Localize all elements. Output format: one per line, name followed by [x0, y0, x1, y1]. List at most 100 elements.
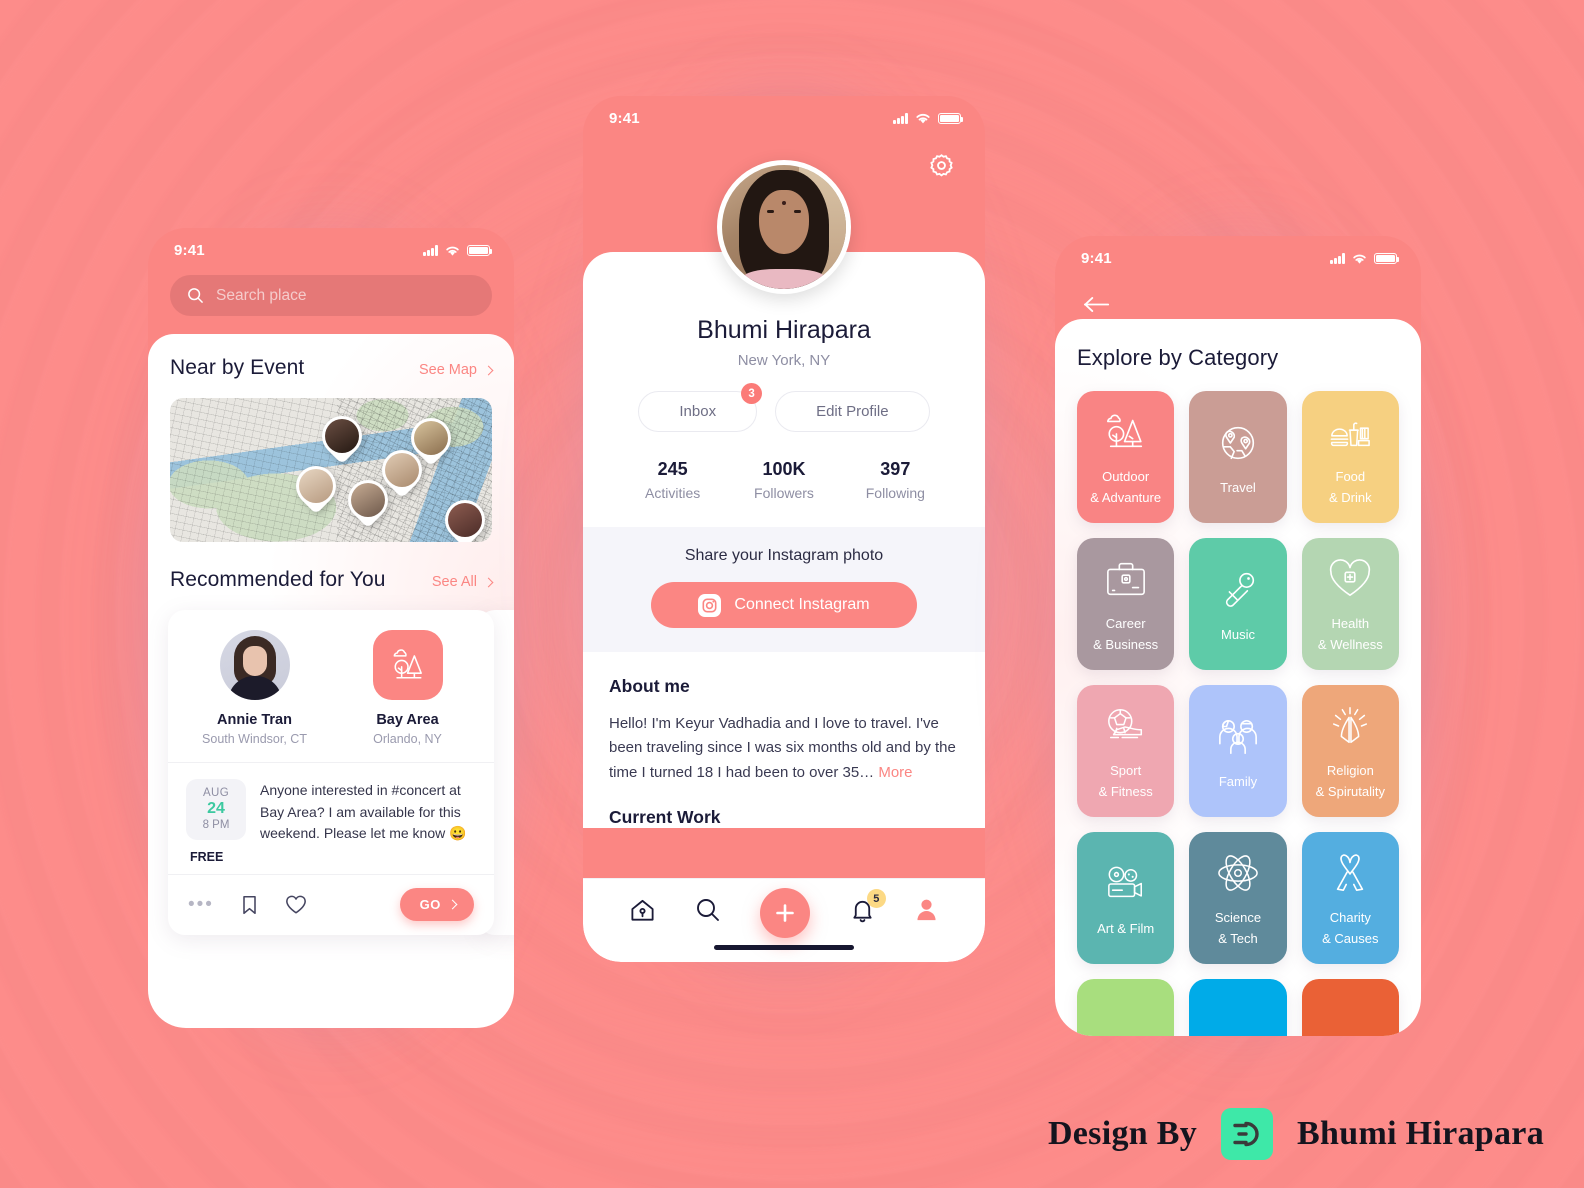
soccer-shoe-icon	[1103, 701, 1149, 751]
inbox-label: Inbox	[679, 403, 717, 420]
page-title: Explore by Category	[1077, 345, 1279, 370]
globe-pin-icon	[1216, 418, 1260, 468]
see-all-label: See All	[431, 574, 477, 590]
category-label2: & Advanture	[1090, 490, 1162, 505]
price-label: FREE	[190, 850, 224, 864]
heart-plus-icon	[1327, 554, 1373, 604]
card-place[interactable]: Bay Area Orlando, NY	[331, 630, 484, 746]
category-label: Career	[1105, 616, 1146, 632]
go-button[interactable]: GO	[399, 888, 474, 921]
category-label2: & Tech	[1218, 931, 1258, 946]
inbox-badge: 3	[741, 383, 763, 404]
wifi-icon	[446, 246, 459, 256]
signal-icon	[423, 245, 438, 256]
avatar[interactable]	[717, 160, 851, 294]
category-travel[interactable]: Travel	[1189, 391, 1287, 523]
date-day: 24	[207, 800, 225, 817]
bookmark-icon[interactable]	[240, 894, 259, 916]
category-career[interactable]: Career & Business	[1077, 538, 1175, 670]
stat-followers[interactable]: 100K Followers	[728, 459, 839, 501]
category-charity[interactable]: Charity & Causes	[1301, 832, 1399, 964]
place-location: Orlando, NY	[373, 732, 442, 746]
settings-button[interactable]	[928, 152, 955, 184]
instagram-band: Share your Instagram photo Connect Insta…	[583, 527, 985, 652]
category-label: Travel	[1220, 479, 1256, 495]
category-science[interactable]: Science & Tech	[1189, 832, 1287, 964]
gear-icon	[930, 154, 953, 177]
edit-profile-button[interactable]: Edit Profile	[775, 391, 930, 432]
go-label: GO	[419, 897, 441, 912]
category-label: Science	[1214, 910, 1262, 926]
category-label2: & Fitness	[1098, 784, 1153, 799]
atom-icon	[1215, 848, 1261, 898]
footer-credit: Design By Bhumi Hirapara	[1048, 1108, 1544, 1160]
family-icon	[1215, 712, 1261, 762]
phone-screen-discover: 9:41 Search place Near by Event See Map	[148, 228, 514, 1028]
see-all-link[interactable]: See All	[431, 574, 494, 590]
status-time: 9:41	[174, 242, 205, 259]
category-health[interactable]: Health & Wellness	[1301, 538, 1399, 670]
stat-following[interactable]: 397 Following	[840, 459, 951, 501]
instagram-icon	[698, 593, 722, 617]
praying-hands-icon	[1328, 701, 1372, 751]
category-sport[interactable]: Sport & Fitness	[1077, 685, 1175, 817]
nearby-map[interactable]	[170, 398, 492, 542]
home-indicator	[714, 945, 854, 950]
category-label: Family	[1218, 773, 1258, 789]
category-label: Outdoor	[1102, 469, 1150, 485]
category-label2: & Spirutality	[1315, 784, 1386, 799]
category-label: Music	[1221, 626, 1255, 642]
phone-screen-categories: 9:41 Explore by Category Outdoor & Advan…	[1055, 236, 1421, 1036]
search-icon	[697, 899, 720, 921]
search-placeholder: Search place	[216, 286, 307, 304]
instagram-prompt: Share your Instagram photo	[684, 547, 884, 564]
more-options-icon[interactable]: •••	[188, 895, 214, 913]
tab-home[interactable]	[629, 897, 656, 929]
stat-activities[interactable]: 245 Activities	[617, 459, 728, 501]
category-food[interactable]: Food & Drink	[1301, 391, 1399, 523]
see-map-link[interactable]: See Map	[419, 362, 494, 378]
tab-notifications[interactable]: 5	[850, 889, 886, 929]
search-input[interactable]: Search place	[170, 275, 492, 316]
category-family[interactable]: Family	[1189, 685, 1287, 817]
battery-icon	[938, 112, 964, 125]
category-label2: & Drink	[1329, 490, 1372, 505]
category-label: Sport	[1110, 763, 1142, 779]
date-time: 8 PM	[202, 819, 230, 831]
person-location: South Windsor, CT	[202, 732, 307, 746]
signal-icon	[893, 113, 908, 124]
chevron-right-icon	[483, 577, 494, 587]
tab-profile[interactable]	[914, 897, 939, 927]
profile-location: New York, NY	[737, 352, 831, 369]
event-date: AUG 24 8 PM	[186, 779, 246, 840]
category-partial-1[interactable]	[1077, 979, 1175, 1036]
inbox-button[interactable]: Inbox 3	[638, 383, 763, 432]
category-art-film[interactable]: Art & Film	[1077, 832, 1175, 964]
category-partial-3[interactable]	[1301, 979, 1399, 1036]
add-button[interactable]	[760, 888, 811, 938]
outdoor-tree-icon	[372, 630, 443, 700]
more-link[interactable]: More	[878, 764, 912, 781]
back-button[interactable]	[1055, 267, 1421, 319]
category-religion[interactable]: Religion & Spirutality	[1301, 685, 1399, 817]
person-name: Annie Tran	[217, 712, 292, 728]
bottom-tab-bar: 5	[583, 878, 985, 962]
category-outdoor[interactable]: Outdoor & Advanture	[1077, 391, 1175, 523]
tab-search[interactable]	[695, 897, 721, 928]
phone-screen-profile: 9:41 Bhumi Hirapara New York, NY Inbox 3…	[583, 96, 985, 962]
category-music[interactable]: Music	[1189, 538, 1287, 670]
recommended-card[interactable]: Annie Tran South Windsor, CT Bay Area Or…	[168, 610, 494, 935]
status-time: 9:41	[609, 110, 640, 127]
discover-sheet: Near by Event See Map Recommended for Yo…	[148, 334, 514, 1028]
category-partial-2[interactable]	[1189, 979, 1287, 1036]
signal-icon	[1330, 253, 1345, 264]
place-name: Bay Area	[376, 712, 439, 728]
wifi-icon	[1353, 254, 1366, 264]
card-person[interactable]: Annie Tran South Windsor, CT	[178, 630, 331, 746]
bd-logo-icon	[1221, 1108, 1274, 1160]
category-grid: Outdoor & Advanture Travel Food & Drink …	[1077, 391, 1399, 1036]
connect-instagram-button[interactable]: Connect Instagram	[651, 582, 917, 628]
heart-icon[interactable]	[285, 894, 307, 915]
category-label2: & Causes	[1322, 931, 1379, 946]
date-month: AUG	[202, 787, 230, 799]
